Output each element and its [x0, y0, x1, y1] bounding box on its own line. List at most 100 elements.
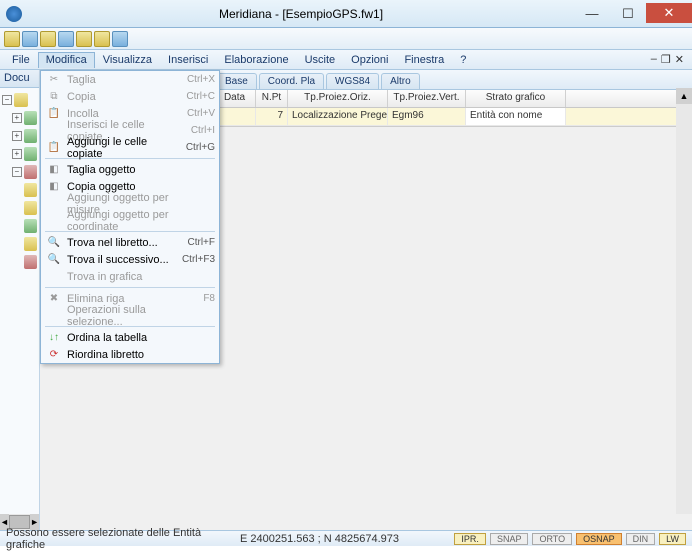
blank-icon — [45, 197, 63, 211]
menu-finestra[interactable]: Finestra — [396, 52, 452, 68]
menu-item-label: Trova nel libretto... — [63, 237, 173, 249]
menu-item-label: Taglia oggetto — [63, 164, 173, 176]
tree-expander-icon[interactable]: + — [12, 149, 22, 159]
tree-view[interactable]: − + + + − — [0, 88, 39, 276]
tree-expander-icon[interactable]: + — [12, 113, 22, 123]
table-header-cell[interactable]: Tp.Proiez.Vert. — [388, 90, 466, 107]
paste-icon: 📋 — [45, 107, 63, 121]
menu-item-ordina-la-tabella[interactable]: ↓↑Ordina la tabella — [41, 329, 219, 346]
table-cell[interactable]: Localizzazione Pregeo — [288, 108, 388, 125]
tab-wgs84[interactable]: WGS84 — [326, 73, 379, 89]
mdi-close-icon[interactable]: ✕ — [675, 53, 684, 66]
menu-item-shortcut: Ctrl+G — [173, 142, 215, 153]
status-btn-orto[interactable]: ORTO — [532, 533, 572, 545]
tree-expander-icon[interactable]: − — [12, 167, 22, 177]
table-header-cell[interactable]: N.Pt — [256, 90, 288, 107]
toolbar-icon[interactable] — [22, 31, 38, 47]
tree-node-icon — [24, 147, 37, 161]
toolbar-icon[interactable] — [94, 31, 110, 47]
status-message: Possono essere selezionate delle Entità … — [0, 527, 240, 551]
status-btn-ipr[interactable]: IPR. — [454, 533, 486, 545]
minimize-button[interactable]: — — [574, 3, 610, 25]
menu-item-riordina-libretto[interactable]: ⟳Riordina libretto — [41, 346, 219, 363]
menu-item-label: Ordina la tabella — [63, 332, 173, 344]
copy-icon: ⧉ — [45, 90, 63, 104]
table-header-cell[interactable]: Data — [214, 90, 256, 107]
toolbar-icon[interactable] — [4, 31, 20, 47]
tab-base[interactable]: Base — [216, 73, 257, 89]
menu-item-taglia-oggetto[interactable]: ◧Taglia oggetto — [41, 161, 219, 178]
scroll-up-icon[interactable]: ▲ — [676, 88, 692, 104]
table-cell[interactable]: Egm96 — [388, 108, 466, 125]
menu-separator — [45, 287, 215, 288]
table-header-cell[interactable]: Tp.Proiez.Oriz. — [288, 90, 388, 107]
mdi-buttons: – ❐ ✕ — [651, 53, 688, 66]
menu-bar: File Modifica Visualizza Inserisci Elabo… — [0, 50, 692, 70]
docu-panel-title: Docu — [0, 70, 39, 88]
menu-item-shortcut: Ctrl+X — [173, 74, 215, 85]
tree-leaf-icon — [24, 219, 37, 233]
table-cell[interactable]: Entità con nome — [466, 108, 566, 125]
menu-file[interactable]: File — [4, 52, 38, 68]
menu-item-label: Operazioni sulla selezione... — [63, 304, 173, 328]
menu-item-shortcut: Ctrl+I — [173, 125, 215, 136]
toolbar-icon[interactable] — [40, 31, 56, 47]
menu-item-trova-il-successivo[interactable]: 🔍Trova il successivo...Ctrl+F3 — [41, 251, 219, 268]
tab-altro[interactable]: Altro — [381, 73, 420, 89]
blank-icon — [45, 124, 63, 138]
menu-modifica[interactable]: Modifica — [38, 52, 95, 68]
menu-item-shortcut: Ctrl+V — [173, 108, 215, 119]
table-cell[interactable]: 7 — [256, 108, 288, 125]
menu-item-shortcut: F8 — [173, 293, 215, 304]
close-button[interactable]: ✕ — [646, 3, 692, 23]
status-btn-snap[interactable]: SNAP — [490, 533, 529, 545]
menu-inserisci[interactable]: Inserisci — [160, 52, 216, 68]
vertical-scrollbar[interactable]: ▲ — [676, 88, 692, 514]
status-btn-osnap[interactable]: OSNAP — [576, 533, 622, 545]
tree-leaf-icon — [24, 255, 37, 269]
menu-item-copia: ⧉CopiaCtrl+C — [41, 88, 219, 105]
toolbar-icon[interactable] — [112, 31, 128, 47]
status-bar: Possono essere selezionate delle Entità … — [0, 530, 692, 546]
menu-item-shortcut: Ctrl+F — [173, 237, 215, 248]
menu-item-shortcut: Ctrl+F3 — [173, 254, 215, 265]
window-title: Meridiana - [EsempioGPS.fw1] — [28, 7, 574, 21]
status-btn-lw[interactable]: LW — [659, 533, 686, 545]
sort-icon: ↓↑ — [45, 331, 63, 345]
menu-item-label: Aggiungi le celle copiate — [63, 136, 173, 160]
del-icon: ✖ — [45, 292, 63, 306]
menu-visualizza[interactable]: Visualizza — [95, 52, 160, 68]
find-icon: 🔍 — [45, 236, 63, 250]
tree-expander-icon[interactable]: + — [12, 131, 22, 141]
tab-coord-pla[interactable]: Coord. Pla — [259, 73, 324, 89]
modifica-dropdown-menu: ✂TagliaCtrl+X⧉CopiaCtrl+C📋IncollaCtrl+VI… — [40, 70, 220, 364]
maximize-button[interactable]: ☐ — [610, 3, 646, 25]
status-btn-din[interactable]: DIN — [626, 533, 656, 545]
blank-icon — [45, 309, 63, 323]
mdi-restore-icon[interactable]: ❐ — [661, 53, 671, 66]
menu-item-aggiungi-le-celle-copiate[interactable]: 📋Aggiungi le celle copiateCtrl+G — [41, 139, 219, 156]
menu-opzioni[interactable]: Opzioni — [343, 52, 396, 68]
menu-item-shortcut: Ctrl+C — [173, 91, 215, 102]
tree-node-icon — [14, 93, 28, 107]
menu-item-trova-nel-libretto[interactable]: 🔍Trova nel libretto...Ctrl+F — [41, 234, 219, 251]
docu-panel: Docu − + + + − ◄ ► — [0, 70, 40, 530]
menu-item-label: Riordina libretto — [63, 349, 173, 361]
toolbar-icon[interactable] — [76, 31, 92, 47]
mdi-minimize-icon[interactable]: – — [651, 53, 657, 66]
tree-expander-icon[interactable]: − — [2, 95, 12, 105]
table-header-cell[interactable]: Strato grafico — [466, 90, 566, 107]
tree-node-icon — [24, 111, 37, 125]
title-bar: Meridiana - [EsempioGPS.fw1] — ☐ ✕ — [0, 0, 692, 28]
tree-node-icon — [24, 129, 37, 143]
blank-icon — [45, 214, 63, 228]
obj-icon: ◧ — [45, 163, 63, 177]
toolbar-icon[interactable] — [58, 31, 74, 47]
tree-leaf-icon — [24, 201, 37, 215]
table-cell[interactable] — [214, 108, 256, 125]
menu-uscite[interactable]: Uscite — [297, 52, 344, 68]
paste-icon: 📋 — [45, 141, 63, 155]
obj-icon: ◧ — [45, 180, 63, 194]
menu-help[interactable]: ? — [452, 52, 474, 68]
menu-elaborazione[interactable]: Elaborazione — [216, 52, 296, 68]
